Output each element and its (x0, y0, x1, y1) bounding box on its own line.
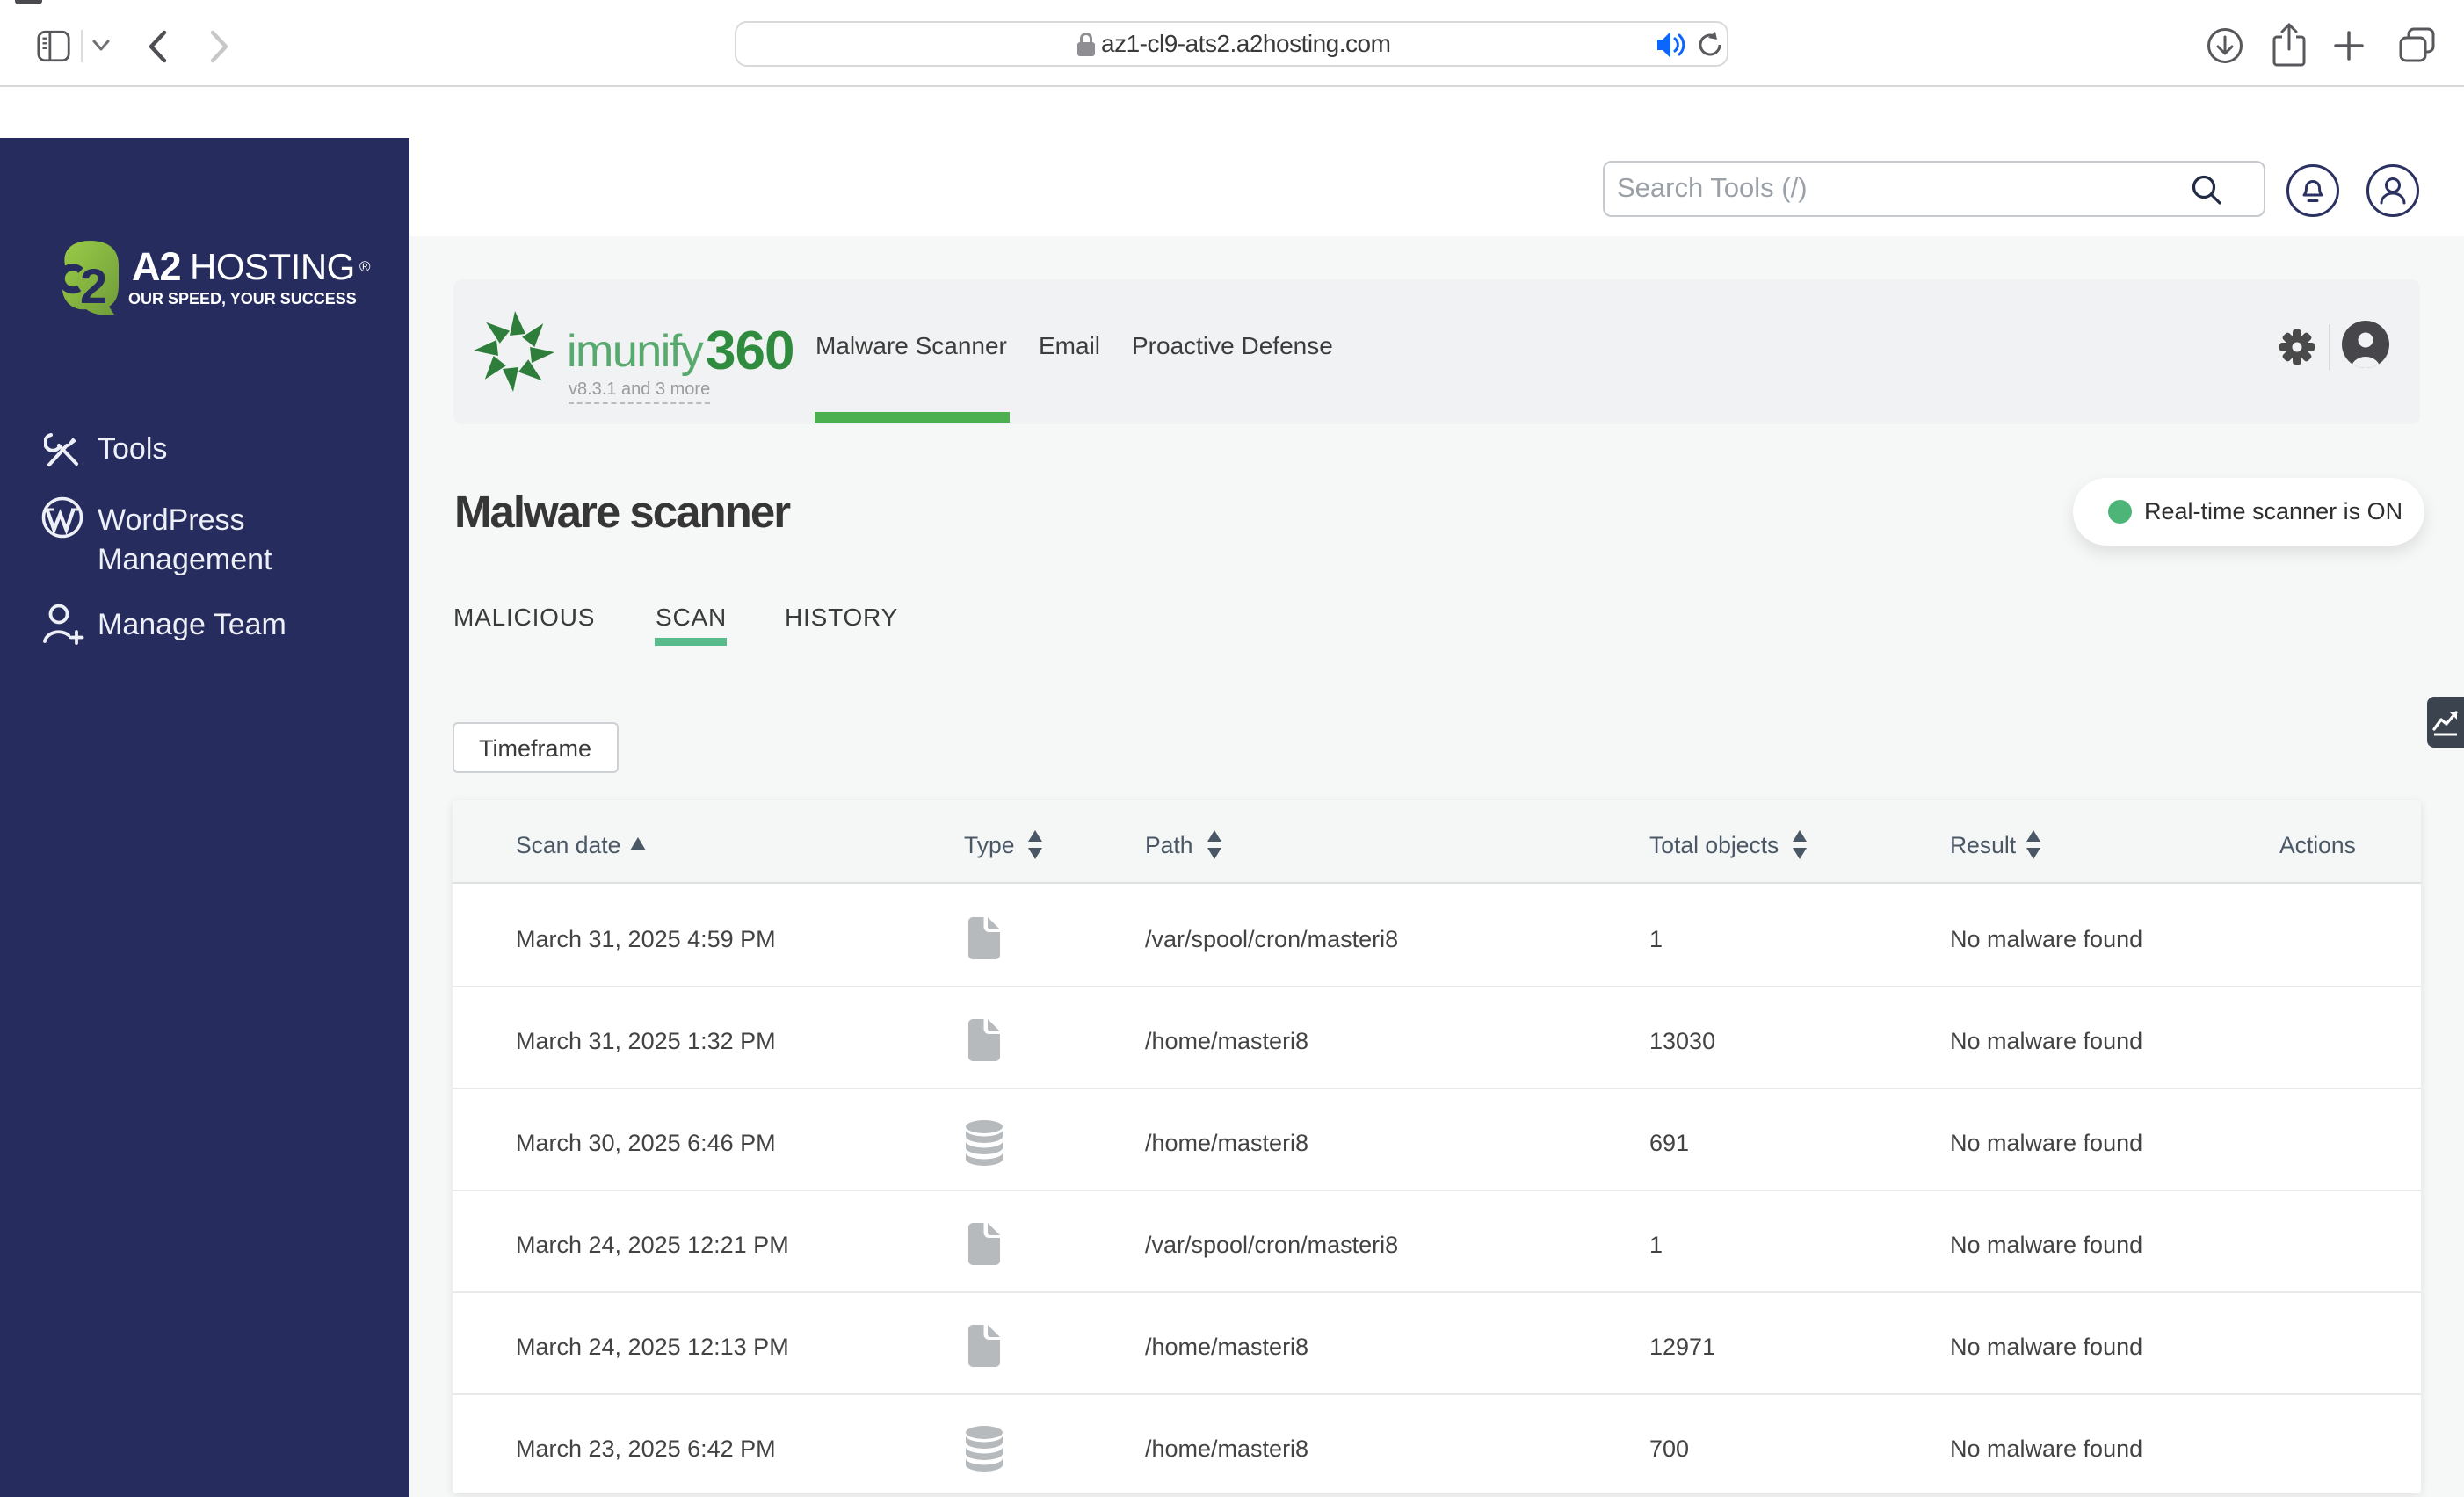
svg-text:2: 2 (80, 258, 107, 314)
